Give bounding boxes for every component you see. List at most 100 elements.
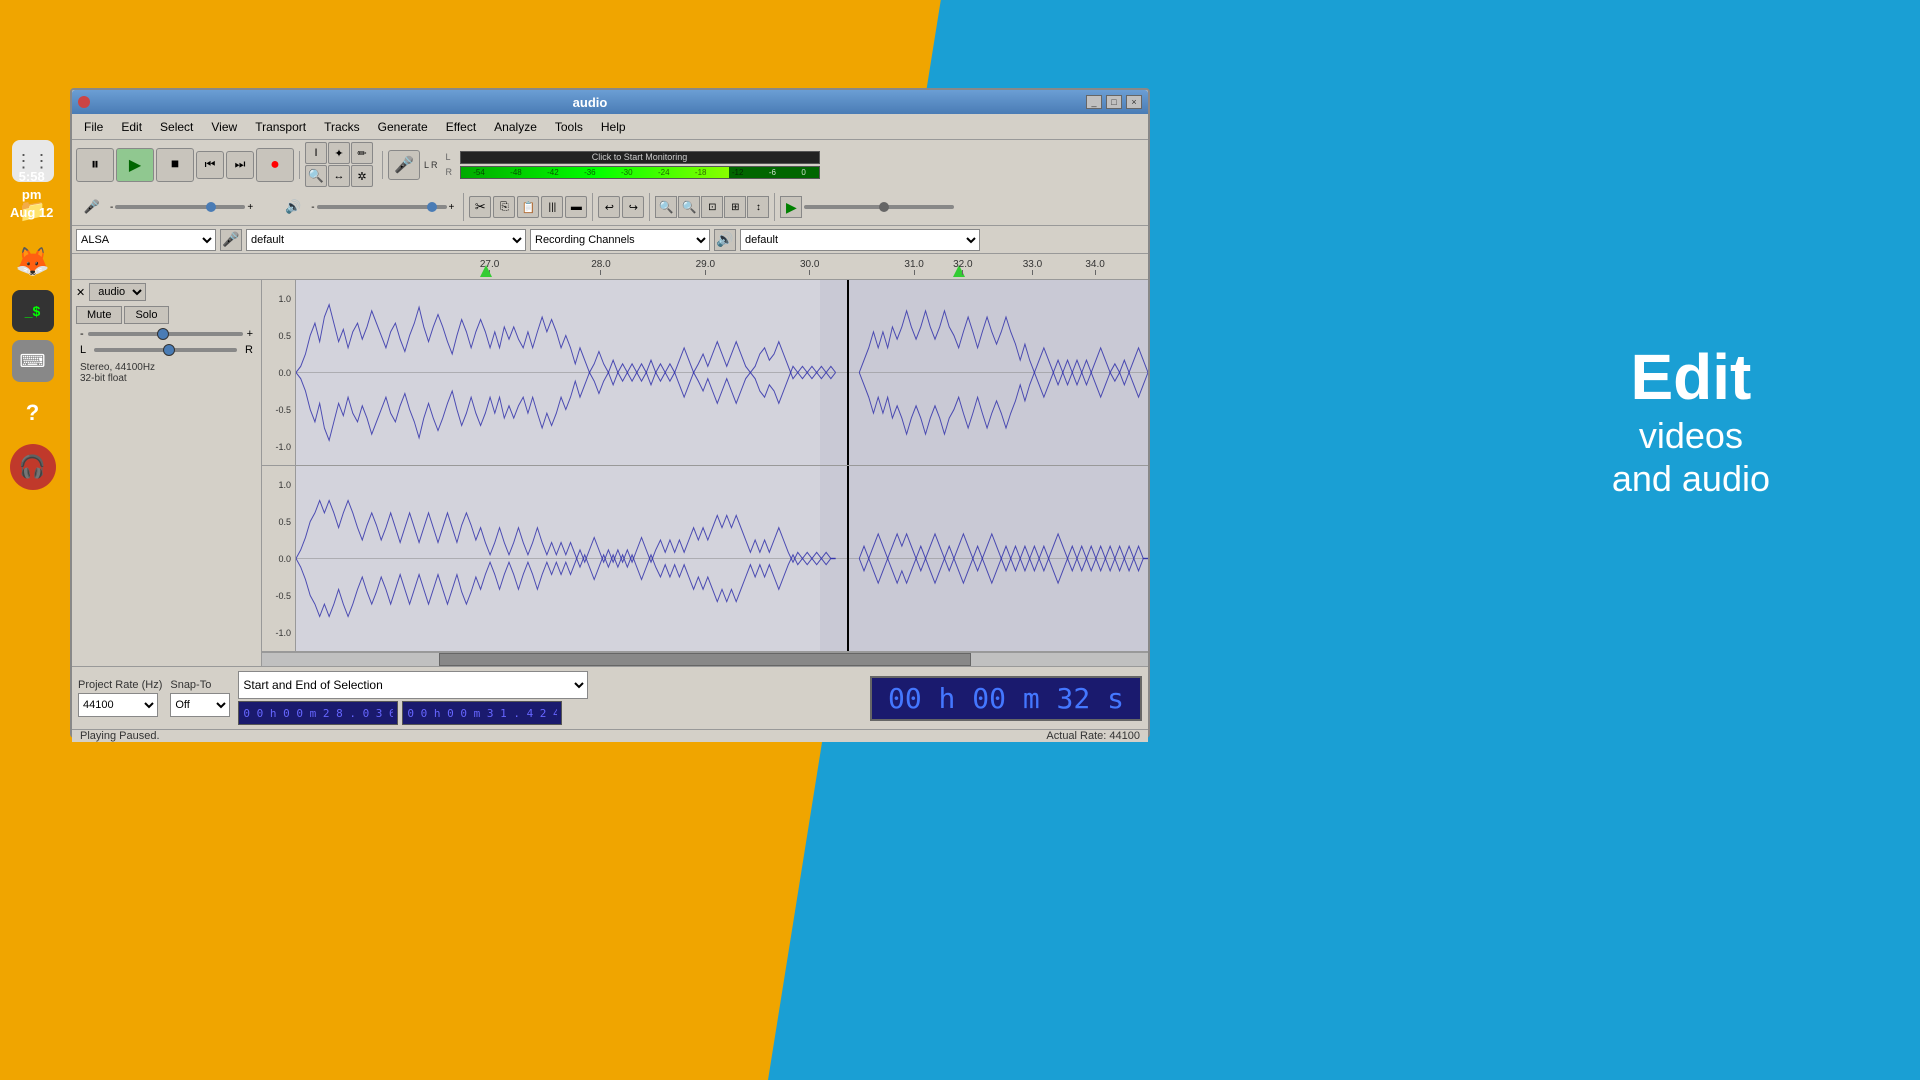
question-icon-btn[interactable]: ? [10,390,56,436]
ruler-mark-31: 31.0 [904,259,923,275]
solo-button[interactable]: Solo [124,306,168,324]
gain-slider[interactable] [88,332,243,336]
horizontal-scrollbar[interactable] [262,652,1148,666]
menu-bar: File Edit Select View Transport Tracks G… [72,114,1148,140]
track-info-line2: 32-bit float [80,373,253,384]
zoom-out-button[interactable]: 🔍 [678,196,700,218]
paste-button[interactable]: 📋 [517,196,539,218]
menu-transport[interactable]: Transport [247,118,314,136]
selection-start-input[interactable] [238,701,398,725]
menu-tracks[interactable]: Tracks [316,118,368,136]
waveform-svg-top [296,280,1148,465]
play-speed-btn[interactable]: ▶ [780,196,802,218]
playhead-triangle-left [480,265,492,277]
edit-overlay: Edit videosand audio [1612,340,1770,500]
record-button[interactable]: ● [256,148,294,182]
zoom-sel-button[interactable]: ⊡ [701,196,723,218]
sep-5 [649,193,650,221]
speed-slider[interactable] [804,205,954,209]
silence-button[interactable]: ▬ [565,196,587,218]
menu-select[interactable]: Select [152,118,201,136]
transport-controls: ⏸ ▶ ⏹ ⏮ ⏭ ● [76,148,294,182]
pan-r-label: R [245,344,253,356]
ruler-mark-30: 30.0 [800,259,819,275]
zoom-wave-button[interactable]: ↕ [747,196,769,218]
undo-redo: ↩ ↪ [598,196,644,218]
y-axis-top: 1.0 0.5 0.0 -0.5 -1.0 [262,280,296,465]
selection-type-select[interactable]: Start and End of Selection [238,671,588,699]
pause-button[interactable]: ⏸ [76,148,114,182]
actual-rate-text: Actual Rate: 44100 [1046,730,1140,742]
envelope-tool-button[interactable]: ✦ [328,142,350,164]
maximize-button[interactable]: □ [1106,95,1122,109]
menu-edit[interactable]: Edit [113,118,150,136]
copy-button[interactable]: ⎘ [493,196,515,218]
zoom-in-tool-button[interactable]: 🔍 [305,165,327,187]
timeshift-tool-button[interactable]: ↔ [328,165,350,187]
zoom-fit-button[interactable]: ⊞ [724,196,746,218]
playhead-line [847,280,849,465]
mic-vol-slider[interactable] [115,205,245,209]
scrollbar-thumb[interactable] [439,653,971,666]
output-device-select[interactable]: default [740,229,980,251]
firefox-icon-btn[interactable]: 🦊 [12,240,54,282]
spk-vol-slider[interactable] [317,205,447,209]
track-header: ✕ audio [72,280,261,304]
headphones-icon-btn[interactable]: 🎧 [10,444,56,490]
snap-to-select[interactable]: Off [170,693,230,717]
input-device-select[interactable]: default [246,229,526,251]
draw-tool-button[interactable]: ✏ [351,142,373,164]
menu-view[interactable]: View [203,118,245,136]
audio-host-select[interactable]: ALSA [76,229,216,251]
output-toggle-btn[interactable]: 🔊 [714,229,736,251]
cut-button[interactable]: ✂ [469,196,491,218]
multi-tool-button[interactable]: ✲ [351,165,373,187]
waveform-track-bottom[interactable]: 1.0 0.5 0.0 -0.5 -1.0 [262,466,1148,652]
tool-buttons: I ✦ ✏ 🔍 ↔ ✲ [305,142,377,187]
device-row: ALSA 🎤 default Recording Channels 🔊 defa… [72,226,1148,254]
menu-file[interactable]: File [76,118,111,136]
waveform-container[interactable]: 1.0 0.5 0.0 -0.5 -1.0 [262,280,1148,666]
project-rate-select[interactable]: 44100 [78,693,158,717]
fastforward-button[interactable]: ⏭ [226,151,254,179]
main-content: ✕ audio Mute Solo - + L [72,280,1148,666]
stop-button[interactable]: ⏹ [156,148,194,182]
sep-2 [382,151,383,179]
play-speed: ▶ [780,196,954,218]
track-name-dropdown[interactable]: audio [89,283,146,301]
waveform-track-top[interactable]: 1.0 0.5 0.0 -0.5 -1.0 [262,280,1148,466]
menu-analyze[interactable]: Analyze [486,118,545,136]
selection-end-input[interactable] [402,701,562,725]
toolbar-area: ⏸ ▶ ⏹ ⏮ ⏭ ● I ✦ ✏ 🔍 ↔ ✲ 🎤 [72,140,1148,226]
y-axis-bottom: 1.0 0.5 0.0 -0.5 -1.0 [262,466,296,651]
title-controls: _ □ × [1086,95,1142,109]
minimize-button[interactable]: _ [1086,95,1102,109]
zoom-in-button[interactable]: 🔍 [655,196,677,218]
recording-channels-select[interactable]: Recording Channels [530,229,710,251]
spk-min-label: - [311,202,314,213]
play-button[interactable]: ▶ [116,148,154,182]
mic-toggle-btn[interactable]: 🎤 [220,229,242,251]
window-title: audio [94,95,1086,110]
title-bar: audio _ □ × [72,90,1148,114]
pan-slider[interactable] [94,348,237,352]
speaker-icon: 🔊 [277,192,309,222]
undo-button[interactable]: ↩ [598,196,620,218]
menu-tools[interactable]: Tools [547,118,591,136]
gain-max-label: + [247,328,253,340]
keyboard-icon-btn[interactable]: ⌨ [12,340,54,382]
track-close-btn[interactable]: ✕ [76,286,85,299]
mute-button[interactable]: Mute [76,306,122,324]
rewind-button[interactable]: ⏮ [196,151,224,179]
close-button[interactable]: × [1126,95,1142,109]
select-tool-button[interactable]: I [305,142,327,164]
menu-effect[interactable]: Effect [438,118,484,136]
trim-button[interactable]: ||| [541,196,563,218]
project-rate-group: Project Rate (Hz) 44100 [78,679,162,717]
menu-help[interactable]: Help [593,118,634,136]
mic-vol-icon: 🎤 [76,192,108,222]
menu-generate[interactable]: Generate [370,118,436,136]
terminal-icon-btn[interactable]: _$ [12,290,54,332]
redo-button[interactable]: ↪ [622,196,644,218]
mic-icon[interactable]: 🎤 [388,150,420,180]
